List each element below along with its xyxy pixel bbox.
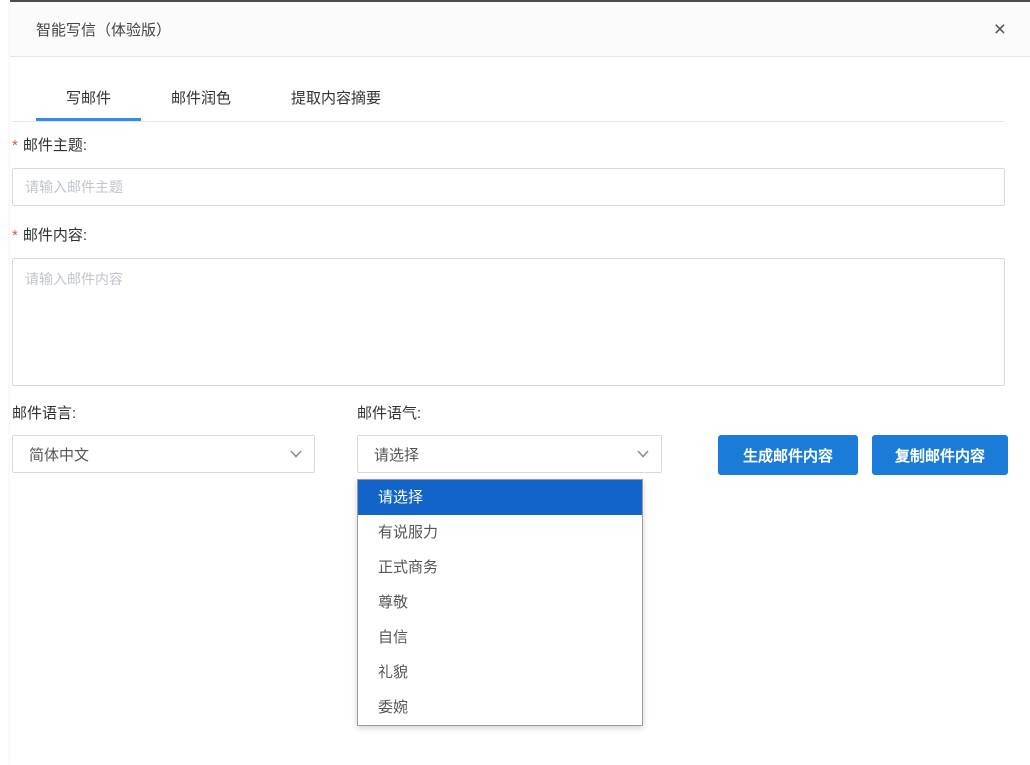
dialog-title: 智能写信（体验版） — [36, 19, 171, 40]
language-label: 邮件语言: — [12, 402, 76, 423]
tone-option-polite[interactable]: 礼貌 — [358, 655, 642, 690]
subject-input[interactable] — [12, 168, 1005, 206]
dialog-header: 智能写信（体验版） × — [10, 2, 1030, 57]
language-select-value: 简体中文 — [29, 444, 89, 465]
controls-row: 简体中文 请选择 生成邮件内容 复制邮件内容 请选择 有说服力 正式商务 尊敬 … — [12, 435, 1005, 477]
select-labels-row: 邮件语言: 邮件语气: — [12, 402, 1005, 422]
tone-dropdown-panel: 请选择 有说服力 正式商务 尊敬 自信 礼貌 委婉 — [357, 479, 643, 726]
subject-label: * 邮件主题: — [12, 136, 1005, 156]
tone-option-confident[interactable]: 自信 — [358, 620, 642, 655]
tone-label: 邮件语气: — [357, 402, 421, 423]
content-label: * 邮件内容: — [12, 226, 1005, 246]
subject-label-text: 邮件主题: — [23, 137, 87, 154]
close-icon[interactable]: × — [988, 17, 1012, 42]
tone-select-value: 请选择 — [374, 444, 419, 465]
chevron-down-icon — [290, 450, 302, 458]
smart-writing-dialog: 智能写信（体验版） × 写邮件 邮件润色 提取内容摘要 * 邮件主题: * 邮件内容… — [10, 0, 1030, 765]
tone-option-tactful[interactable]: 委婉 — [358, 690, 642, 725]
tone-select[interactable]: 请选择 — [357, 435, 662, 473]
copy-content-button[interactable]: 复制邮件内容 — [872, 435, 1008, 475]
tone-option-formal-business[interactable]: 正式商务 — [358, 550, 642, 585]
content-label-text: 邮件内容: — [23, 227, 87, 244]
required-asterisk: * — [12, 137, 18, 154]
chevron-down-icon — [637, 450, 649, 458]
tab-polish-email[interactable]: 邮件润色 — [141, 80, 261, 121]
tone-option-respectful[interactable]: 尊敬 — [358, 585, 642, 620]
generate-content-button[interactable]: 生成邮件内容 — [718, 435, 858, 475]
tab-extract-summary[interactable]: 提取内容摘要 — [261, 80, 411, 121]
dialog-body: 写邮件 邮件润色 提取内容摘要 * 邮件主题: * 邮件内容: 邮件语言: 邮件语气… — [10, 80, 1030, 477]
tone-option-persuasive[interactable]: 有说服力 — [358, 515, 642, 550]
language-select[interactable]: 简体中文 — [12, 435, 315, 473]
required-asterisk: * — [12, 227, 18, 244]
tab-bar: 写邮件 邮件润色 提取内容摘要 — [12, 80, 1005, 122]
tab-write-email[interactable]: 写邮件 — [36, 80, 141, 121]
content-textarea[interactable] — [12, 258, 1005, 386]
tone-option-please-select[interactable]: 请选择 — [358, 480, 642, 515]
